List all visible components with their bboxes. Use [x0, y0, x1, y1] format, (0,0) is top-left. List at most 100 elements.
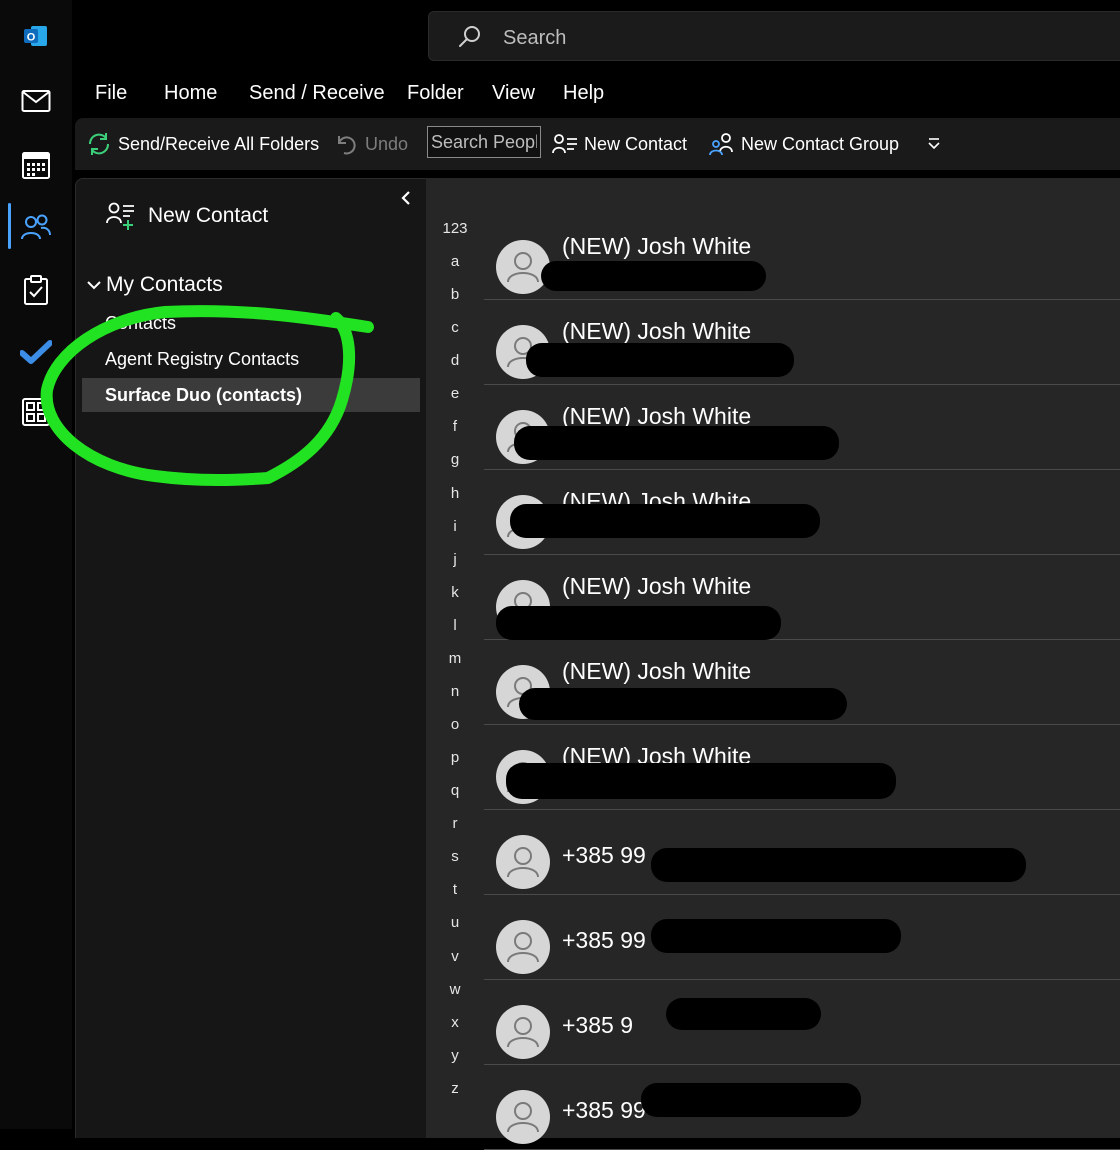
- person-icon: [507, 1017, 539, 1048]
- ribbon-overflow-button[interactable]: [927, 118, 947, 170]
- chevron-down-icon: [87, 281, 101, 290]
- redaction-mark: [510, 504, 820, 538]
- contact-group-icon: [709, 133, 733, 156]
- outlook-logo-icon: O: [12, 12, 60, 60]
- send-receive-all-button[interactable]: Send/Receive All Folders: [86, 118, 319, 170]
- avatar: [496, 1090, 550, 1144]
- avatar: [496, 1005, 550, 1059]
- redaction-mark: [651, 848, 1026, 882]
- alphabet-index-letter[interactable]: h: [426, 485, 484, 502]
- alphabet-index-letter[interactable]: k: [426, 584, 484, 601]
- alphabet-index-letter[interactable]: i: [426, 518, 484, 535]
- sync-icon: [88, 133, 110, 155]
- person-icon: [507, 1102, 539, 1133]
- redaction-mark: [519, 688, 847, 720]
- contact-list: 123 a b c d e f g h i j k l m n o p q r s t u v w x y z (NEW) Josh…: [426, 178, 1120, 1150]
- alphabet-index-letter[interactable]: z: [426, 1080, 484, 1097]
- ribbon-toolbar: Send/Receive All Folders Undo New Contac…: [75, 118, 1120, 170]
- folder-agent-registry-contacts[interactable]: Agent Registry Contacts: [82, 342, 420, 376]
- todo-icon[interactable]: [12, 328, 60, 376]
- redaction-mark: [496, 606, 781, 640]
- svg-text:O: O: [27, 32, 36, 44]
- tasks-icon[interactable]: [12, 266, 60, 314]
- contact-name: +385 99: [562, 842, 646, 868]
- search-input[interactable]: [501, 22, 1005, 54]
- redaction-mark: [641, 1083, 861, 1117]
- alphabet-index-letter[interactable]: l: [426, 617, 484, 634]
- alphabet-index-letter[interactable]: x: [426, 1014, 484, 1031]
- person-icon: [507, 932, 539, 963]
- menu-folder[interactable]: Folder: [407, 82, 464, 105]
- folder-label: Agent Registry Contacts: [105, 348, 300, 369]
- folder-surface-duo-contacts[interactable]: Surface Duo (contacts): [82, 378, 420, 412]
- search-icon: [459, 26, 480, 47]
- people-icon[interactable]: [12, 203, 60, 251]
- apps-icon[interactable]: [12, 388, 60, 436]
- alphabet-index-letter[interactable]: n: [426, 683, 484, 700]
- alphabet-index-letter[interactable]: m: [426, 650, 484, 667]
- avatar: [496, 240, 550, 294]
- alphabet-index-letter[interactable]: w: [426, 981, 484, 998]
- redaction-mark: [666, 998, 821, 1030]
- alphabet-index-letter[interactable]: c: [426, 319, 484, 336]
- menu-file[interactable]: File: [95, 82, 127, 105]
- alphabet-index-letter[interactable]: 123: [426, 220, 484, 237]
- new-contact-icon: [106, 202, 134, 230]
- chevron-down-icon: [928, 138, 940, 150]
- avatar: [496, 920, 550, 974]
- menu-help[interactable]: Help: [563, 82, 604, 105]
- alphabet-index-letter[interactable]: a: [426, 253, 484, 270]
- alphabet-index-letter[interactable]: y: [426, 1047, 484, 1064]
- new-contact-ribbon-label: New Contact: [584, 133, 688, 154]
- search-people-input[interactable]: [427, 126, 541, 158]
- redaction-mark: [651, 919, 901, 953]
- my-contacts-group[interactable]: My Contacts: [86, 273, 223, 297]
- alphabet-index-letter[interactable]: r: [426, 815, 484, 832]
- person-icon: [507, 847, 539, 878]
- contact-name: +385 99: [562, 927, 646, 953]
- alphabet-index-letter[interactable]: s: [426, 848, 484, 865]
- redaction-mark: [514, 426, 839, 460]
- undo-button[interactable]: Undo: [335, 118, 408, 170]
- alphabet-index-letter[interactable]: e: [426, 385, 484, 402]
- alphabet-index-letter[interactable]: j: [426, 551, 484, 568]
- mail-icon[interactable]: [12, 77, 60, 125]
- alphabet-index-letter[interactable]: o: [426, 716, 484, 733]
- contact-name: (NEW) Josh White: [562, 658, 752, 684]
- alphabet-index-letter[interactable]: q: [426, 782, 484, 799]
- folder-contacts[interactable]: Contacts: [82, 306, 420, 340]
- alphabet-index-letter[interactable]: g: [426, 451, 484, 468]
- menu-send-receive[interactable]: Send / Receive: [249, 82, 385, 105]
- search-box[interactable]: [428, 11, 1120, 61]
- folder-pane: New Contact My Contacts Contacts Agent R…: [75, 178, 426, 1138]
- undo-icon: [338, 136, 356, 155]
- new-contact-button[interactable]: New Contact: [106, 201, 268, 231]
- new-contact-ribbon-button[interactable]: New Contact: [552, 118, 687, 170]
- alphabet-index-letter[interactable]: b: [426, 286, 484, 303]
- new-contact-label: New Contact: [148, 204, 269, 227]
- calendar-icon[interactable]: [12, 141, 60, 189]
- alphabet-index-letter[interactable]: f: [426, 418, 484, 435]
- avatar: [496, 835, 550, 889]
- app-rail: O: [0, 0, 72, 1129]
- contact-name: +385 99: [562, 1097, 646, 1123]
- collapse-pane-button[interactable]: [398, 189, 414, 212]
- alphabet-index-letter[interactable]: v: [426, 948, 484, 965]
- menu-view[interactable]: View: [492, 82, 535, 105]
- alphabet-index-letter[interactable]: d: [426, 352, 484, 369]
- alphabet-index-letter[interactable]: t: [426, 881, 484, 898]
- new-contact-icon: [552, 134, 577, 154]
- redaction-mark: [506, 763, 896, 799]
- new-contact-group-label: New Contact Group: [741, 133, 900, 154]
- contact-name: (NEW) Josh White: [562, 573, 752, 599]
- chevron-left-icon: [401, 191, 410, 205]
- contact-name: (NEW) Josh White: [562, 318, 752, 344]
- menu-home[interactable]: Home: [164, 82, 217, 105]
- my-contacts-label: My Contacts: [106, 273, 223, 296]
- alphabet-index-letter[interactable]: p: [426, 749, 484, 766]
- alphabet-index-letter[interactable]: u: [426, 914, 484, 931]
- contact-name: (NEW) Josh White: [562, 233, 752, 259]
- redaction-mark: [541, 261, 766, 291]
- new-contact-group-button[interactable]: New Contact Group: [709, 118, 899, 170]
- folder-label: Surface Duo (contacts): [105, 384, 303, 405]
